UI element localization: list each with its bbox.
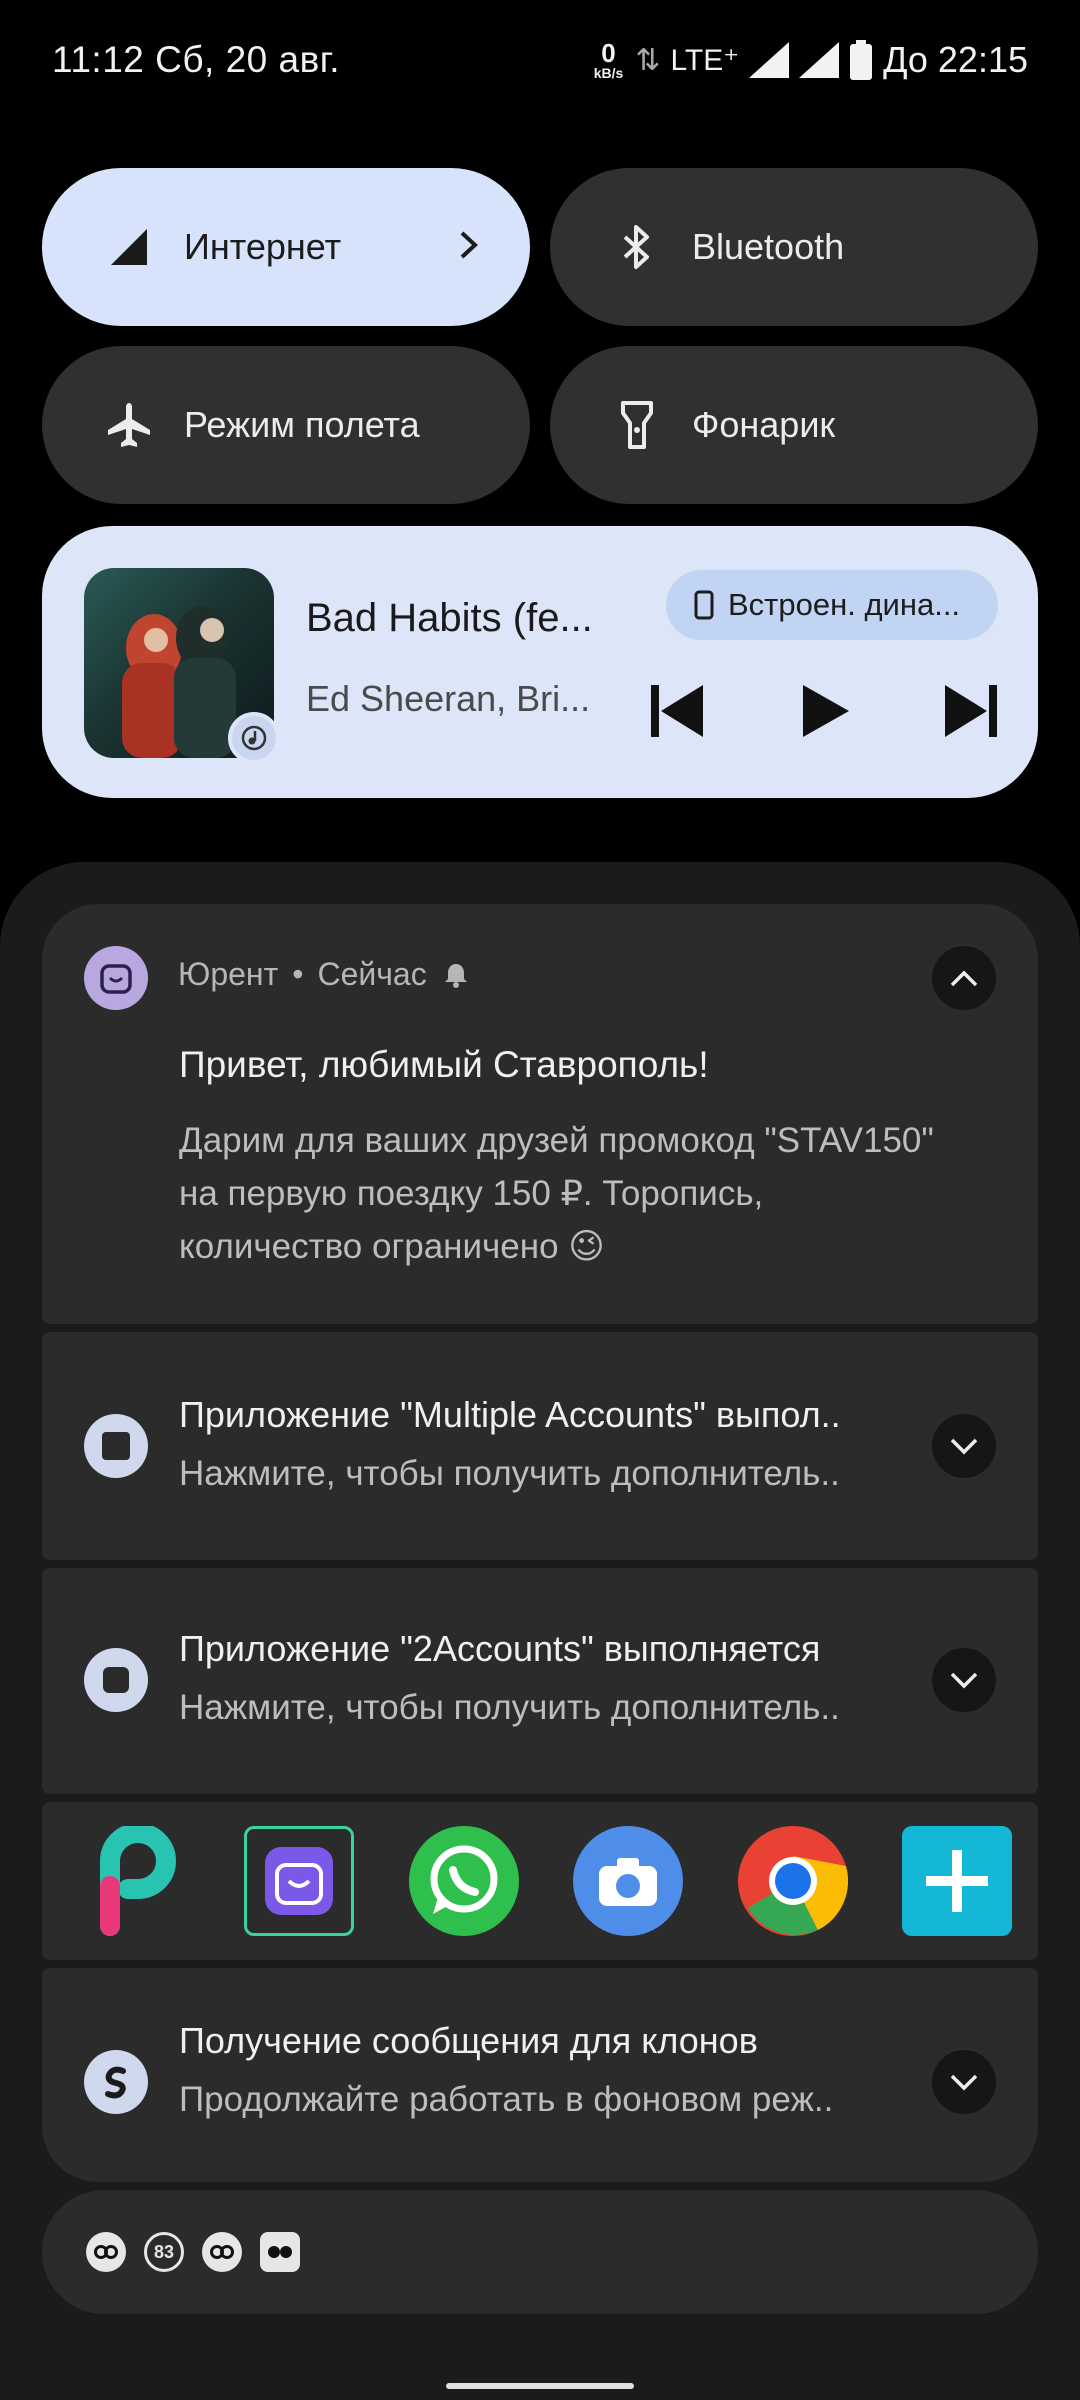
signal-strength-icon [749,42,790,78]
chevron-right-icon [458,225,480,270]
expand-button[interactable] [932,2050,996,2114]
status-icons: 0 kB/s ⇅ LTE⁺ До 22:15 [594,39,1028,81]
header-separator: • [292,956,304,992]
gesture-nav-handle[interactable] [446,2383,634,2389]
notification-body: Нажмите, чтобы получить дополнитель.. [179,1688,840,1727]
tile-bluetooth-label: Bluetooth [692,226,845,267]
output-device-label: Встроен. дина... [728,587,961,622]
skip-next-icon [945,685,997,737]
notification-urent[interactable]: Юрент • Сейчас Привет, любимый Ставропол… [42,904,1038,1324]
link-icon [86,2232,126,2272]
notification-title: Получение сообщения для клонов [179,2020,758,2061]
camera-icon[interactable] [573,1826,684,1936]
bluetooth-icon [610,220,664,274]
add-clone-icon[interactable] [901,1826,1012,1936]
urent-icon[interactable] [244,1826,355,1936]
signal-icon [102,220,156,274]
clone-app-icon [84,2050,148,2114]
status-bar: 11:12 Сб, 20 авг. 0 kB/s ⇅ LTE⁺ До 22:15 [0,0,1080,120]
net-speed-unit: kB/s [593,65,624,81]
time-date: 11:12 Сб, 20 авг. [52,39,341,80]
alert-bell-icon [444,963,467,988]
expand-button[interactable] [932,1414,996,1478]
next-track-button[interactable] [936,676,1006,746]
previous-track-button[interactable] [642,676,712,746]
notification-header: Юрент • Сейчас [178,956,471,993]
skip-previous-icon [651,685,703,737]
collapse-button[interactable] [932,946,996,1010]
output-device-chip[interactable]: Встроен. дина... [666,570,998,640]
2accounts-app-icon [84,1648,148,1712]
notification-time: Сейчас [317,956,427,992]
notification-body: Продолжайте работать в фоновом реж.. [179,2080,834,2119]
chrome-icon[interactable] [737,1826,848,1936]
tile-bluetooth[interactable]: Bluetooth [550,168,1038,326]
flashlight-icon [610,398,664,452]
expand-button[interactable] [932,1648,996,1712]
silent-notifications-bar[interactable]: 83 [42,2190,1038,2314]
urent-app-icon [84,946,148,1010]
picsart-icon[interactable] [80,1826,190,1936]
tile-internet[interactable]: Интернет [42,168,530,326]
net-speed: 0 kB/s [594,40,624,80]
notification-app-name: Юрент [178,956,279,992]
tile-internet-label: Интернет [184,226,342,267]
notification-body: Нажмите, чтобы получить дополнитель.. [179,1454,840,1493]
tile-airplane-label: Режим полета [184,404,420,445]
whatsapp-icon[interactable] [408,1826,519,1936]
notification-title: Приложение "Multiple Accounts" выпол.. [179,1394,841,1435]
data-activity-icon: ⇅ [635,43,661,77]
chevron-down-icon [950,1672,978,1689]
notification-title: Привет, любимый Ставрополь! [179,1044,709,1085]
network-type: LTE⁺ [670,43,740,77]
net-speed-value: 0 [601,38,616,68]
music-app-icon [228,712,280,764]
media-player[interactable]: Bad Habits (fe... Ed Sheeran, Bri... Вст… [42,526,1038,798]
tile-flashlight[interactable]: Фонарик [550,346,1038,504]
link-icon-2 [202,2232,242,2272]
tile-flashlight-label: Фонарик [692,404,836,445]
chevron-down-icon [950,1438,978,1455]
notification-body-line-2: на первую поездку 150 ₽. Торопись, [179,1174,764,1213]
notification-2accounts[interactable]: Приложение "2Accounts" выполняется Нажми… [42,1568,1038,1794]
notification-title: Приложение "2Accounts" выполняется [179,1628,821,1669]
notification-clones[interactable]: Получение сообщения для клонов Продолжай… [42,1968,1038,2182]
battery-text: До 22:15 [883,39,1028,80]
notification-multiple-accounts[interactable]: Приложение "Multiple Accounts" выпол.. Н… [42,1332,1038,1560]
airplane-icon [102,398,156,452]
chevron-down-icon [950,2074,978,2091]
glasses-icon [260,2232,300,2272]
tile-airplane-mode[interactable]: Режим полета [42,346,530,504]
chevron-up-icon [950,970,978,987]
notification-body-line-1: Дарим для ваших друзей промокод "STAV150… [179,1121,934,1160]
song-artist: Ed Sheeran, Bri... [306,678,591,719]
play-icon [803,685,849,737]
notification-body-line-3: количество ограничено 😉 [179,1227,605,1266]
app-shortcuts-row [42,1802,1038,1960]
count-badge-icon: 83 [144,2232,184,2272]
battery-icon [850,40,873,80]
song-title: Bad Habits (fe... [306,596,593,640]
multiple-accounts-app-icon [84,1414,148,1478]
phone-speaker-icon [694,590,714,620]
signal-strength-icon-2 [799,42,840,78]
play-button[interactable] [790,676,860,746]
